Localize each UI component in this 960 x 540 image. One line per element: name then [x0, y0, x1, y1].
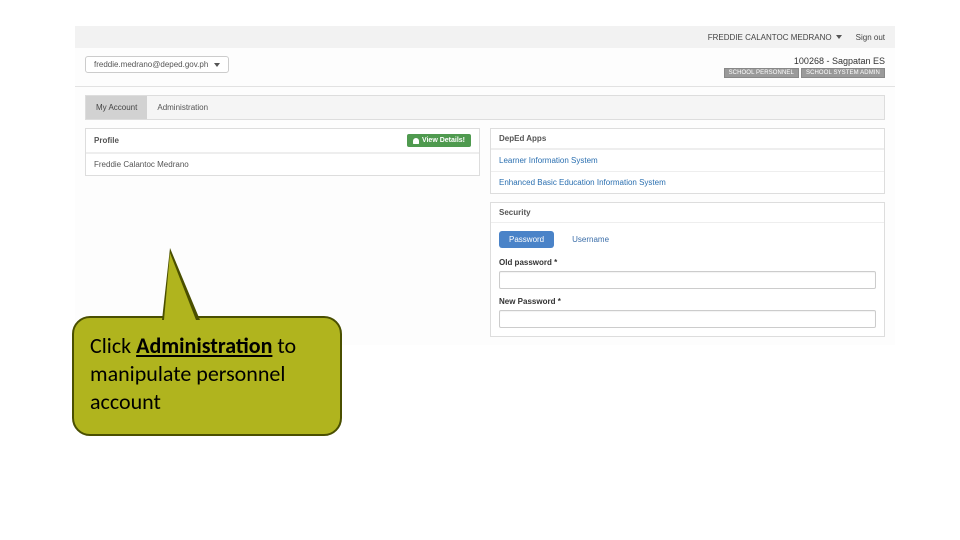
top-bar: FREDDIE CALANTOC MEDRANO Sign out: [75, 26, 895, 48]
user-name: FREDDIE CALANTOC MEDRANO: [708, 33, 832, 42]
sub-bar: freddie.medrano@deped.gov.ph 100268 - Sa…: [75, 48, 895, 82]
badge-personnel: SCHOOL PERSONNEL: [724, 68, 799, 78]
apps-title: DepEd Apps: [499, 134, 546, 143]
school-block: 100268 - Sagpatan ES SCHOOL PERSONNEL SC…: [724, 56, 885, 78]
badge-sysadmin: SCHOOL SYSTEM ADMIN: [801, 68, 885, 78]
tab-username[interactable]: Username: [562, 231, 619, 248]
view-details-label: View Details!: [422, 137, 465, 144]
profile-name: Freddie Calantoc Medrano: [86, 153, 479, 175]
email-dropdown[interactable]: freddie.medrano@deped.gov.ph: [85, 56, 229, 73]
main-tabs: My Account Administration: [85, 95, 885, 120]
link-lis[interactable]: Learner Information System: [499, 156, 598, 165]
app-link-ebeis: Enhanced Basic Education Information Sys…: [491, 171, 884, 193]
user-menu[interactable]: FREDDIE CALANTOC MEDRANO: [708, 33, 842, 42]
apps-panel: DepEd Apps Learner Information System En…: [490, 128, 885, 194]
two-columns: Profile View Details! Freddie Calantoc M…: [85, 128, 885, 345]
profile-panel: Profile View Details! Freddie Calantoc M…: [85, 128, 480, 176]
tab-my-account[interactable]: My Account: [86, 96, 147, 119]
new-password-input[interactable]: [499, 310, 876, 328]
new-password-label: New Password *: [499, 297, 876, 306]
user-icon: [413, 138, 419, 144]
security-body: Password Username Old password * New Pas…: [491, 223, 884, 336]
old-password-input[interactable]: [499, 271, 876, 289]
role-badges: SCHOOL PERSONNEL SCHOOL SYSTEM ADMIN: [724, 68, 885, 78]
old-password-label: Old password *: [499, 258, 876, 267]
app-link-lis: Learner Information System: [491, 149, 884, 171]
school-name: 100268 - Sagpatan ES: [724, 56, 885, 66]
profile-header: Profile View Details!: [86, 129, 479, 153]
callout-tail-icon: [164, 253, 196, 320]
callout-text-bold: Administration: [136, 332, 272, 359]
caret-down-icon: [214, 63, 220, 67]
security-title: Security: [499, 208, 531, 217]
apps-header: DepEd Apps: [491, 129, 884, 149]
view-details-button[interactable]: View Details!: [407, 134, 471, 147]
caret-down-icon: [836, 35, 842, 39]
email-value: freddie.medrano@deped.gov.ph: [94, 60, 208, 69]
right-column: DepEd Apps Learner Information System En…: [490, 128, 885, 345]
profile-title: Profile: [94, 136, 119, 145]
callout-text-pre: Click: [90, 332, 136, 359]
link-ebeis[interactable]: Enhanced Basic Education Information Sys…: [499, 178, 666, 187]
left-column: Profile View Details! Freddie Calantoc M…: [85, 128, 480, 345]
tab-administration[interactable]: Administration: [147, 96, 218, 119]
security-header: Security: [491, 203, 884, 223]
security-tabs: Password Username: [499, 231, 876, 248]
instruction-callout: Click Administration to manipulate perso…: [72, 316, 342, 436]
security-panel: Security Password Username Old password …: [490, 202, 885, 337]
signout-link[interactable]: Sign out: [856, 33, 885, 42]
tab-password[interactable]: Password: [499, 231, 554, 248]
